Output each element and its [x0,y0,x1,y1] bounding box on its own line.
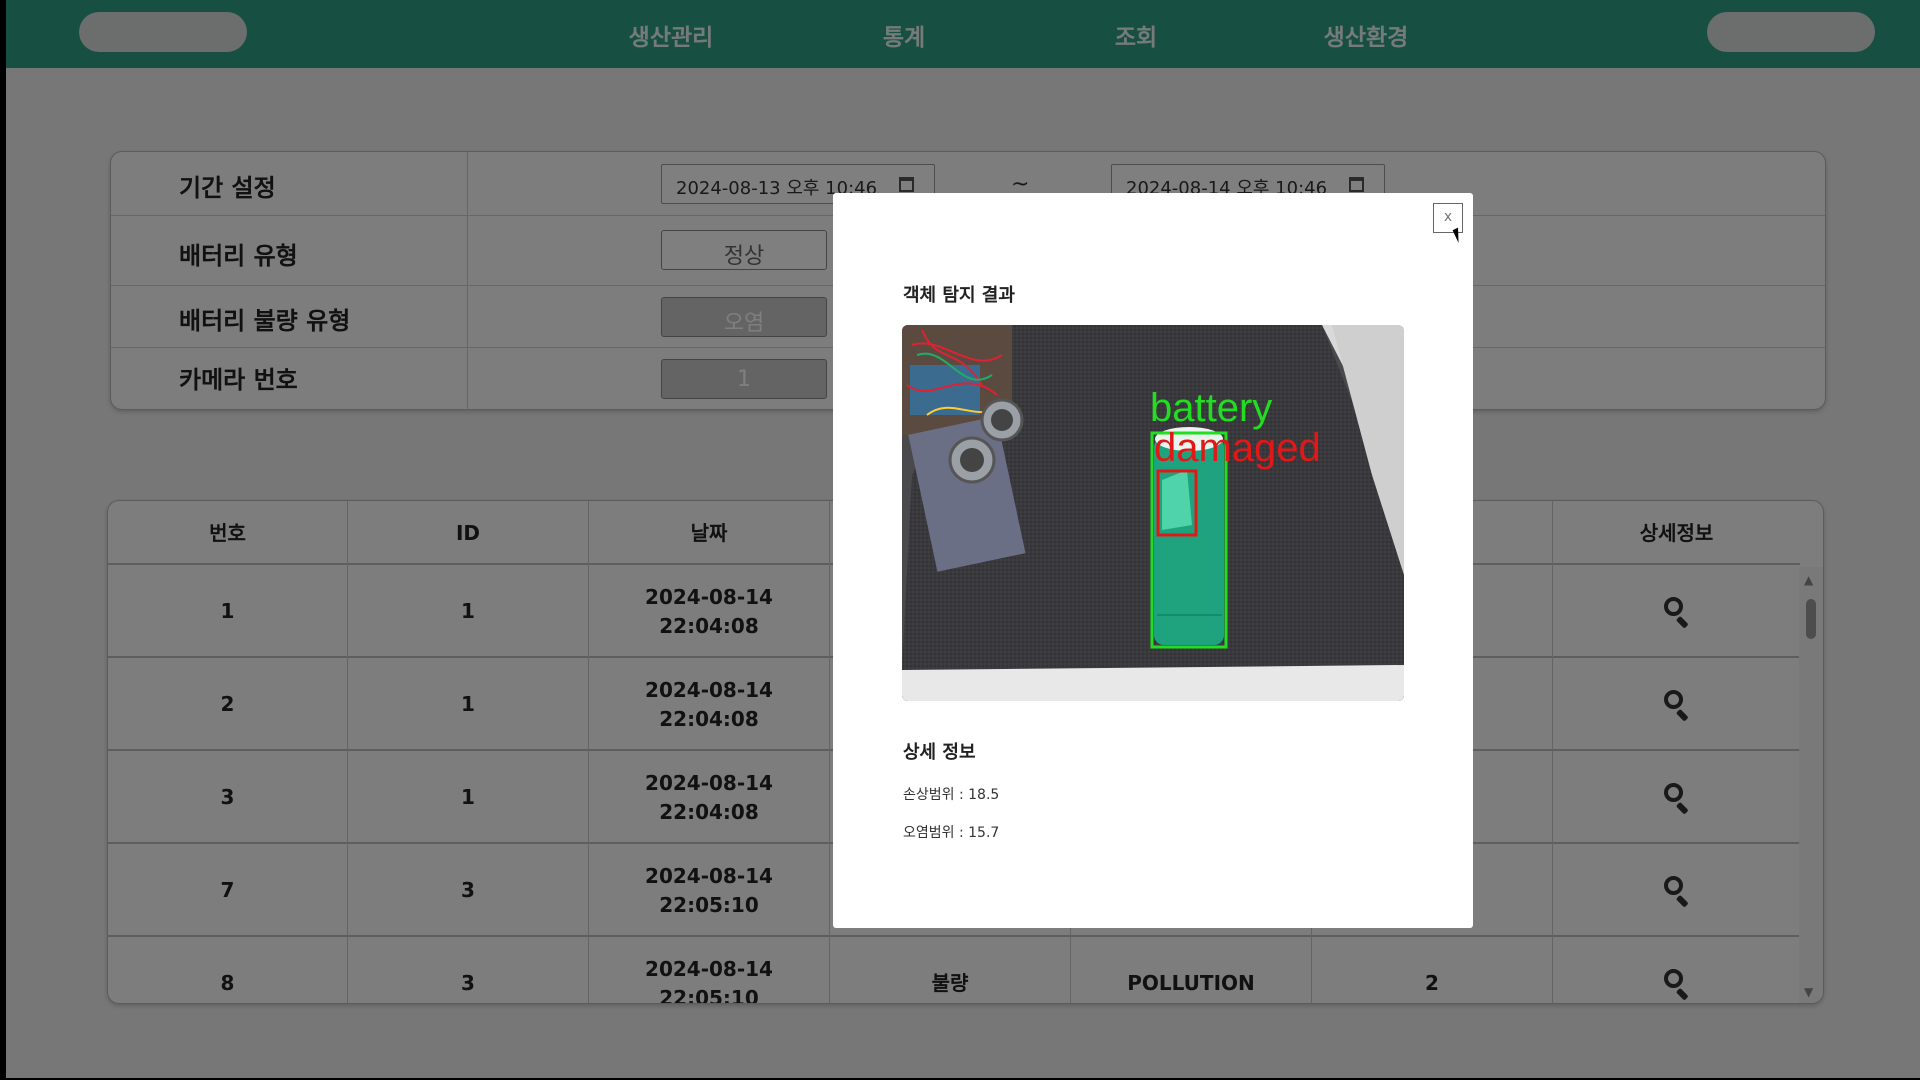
detection-result-modal: x 객체 탐지 결과 battery damaged 상세 정보 손상범위: … [833,193,1473,928]
app-window: 생산관리 통계 조회 생산환경 기간 설정 2024-08-13 오후 10:4… [6,0,1920,1078]
damage-range-text: 손상범위 : 18.5 [903,787,1000,803]
mouse-cursor-icon [1452,225,1470,243]
label-battery: battery [1150,386,1272,430]
detection-image: battery damaged [902,325,1404,701]
label-damaged: damaged [1154,426,1321,470]
pollution-range-text: 오염범위 : 15.7 [903,825,1000,841]
modal-title: 객체 탐지 결과 [903,285,1015,306]
detection-image-svg: battery damaged [902,325,1404,701]
detail-title: 상세 정보 [903,742,976,763]
